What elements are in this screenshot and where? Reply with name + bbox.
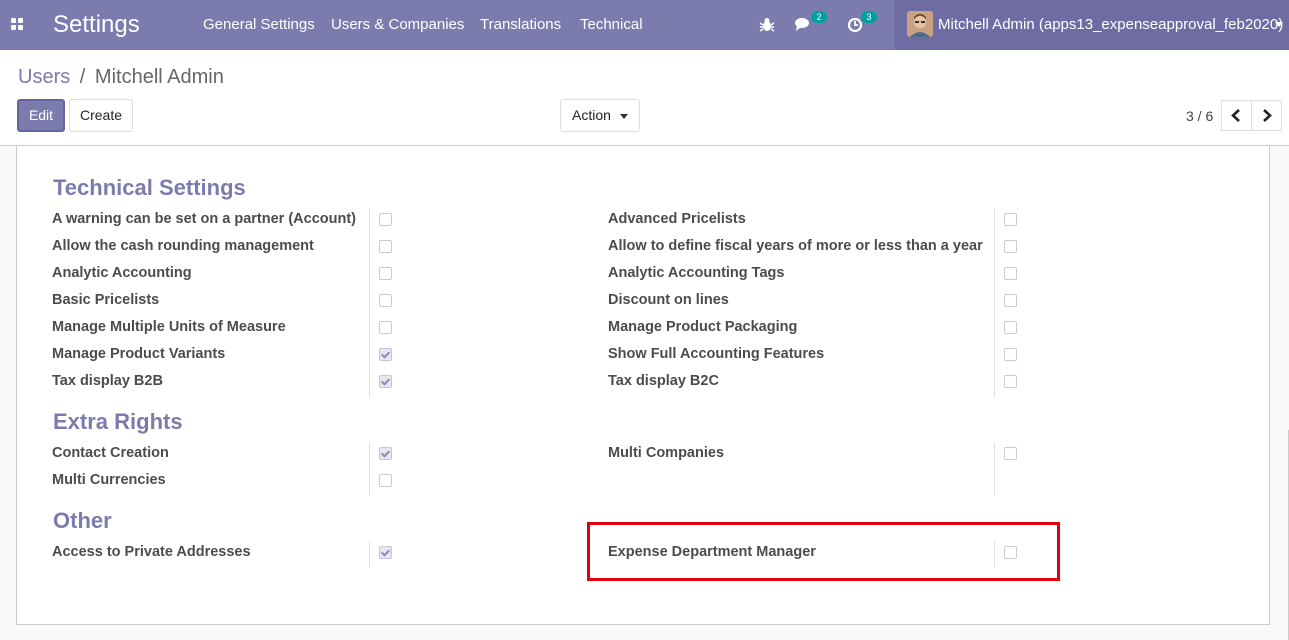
field-label: Multi Currencies [52,472,166,488]
checkbox[interactable] [1004,321,1017,334]
checkbox[interactable] [379,348,392,361]
checkbox[interactable] [379,546,392,559]
field-label: Manage Product Packaging [608,319,798,335]
checkbox[interactable] [1004,294,1017,307]
pager-next-button[interactable] [1251,100,1282,131]
edit-button[interactable]: Edit [17,99,65,132]
section-title-extra-rights: Extra Rights [53,409,183,434]
highlight-box [587,522,1060,581]
field-label: Access to Private Addresses [52,544,251,560]
app-title: Settings [53,11,140,38]
top-navbar: Settings General Settings Users & Compan… [0,0,1289,50]
menu-translations[interactable]: Translations [480,0,561,50]
checkbox[interactable] [379,294,392,307]
user-name: Mitchell Admin (apps13_expenseapproval_f… [938,16,1284,33]
column-divider [994,208,995,398]
activities-badge: 3 [861,11,877,23]
action-dropdown-button[interactable]: Action [560,99,640,132]
checkbox[interactable] [1004,240,1017,253]
field-label: Analytic Accounting Tags [608,265,785,281]
checkbox[interactable] [1004,447,1017,460]
field-label: Advanced Pricelists [608,211,746,227]
field-label: Analytic Accounting [52,265,192,281]
user-menu[interactable]: Mitchell Admin (apps13_expenseapproval_f… [895,0,1289,50]
checkbox[interactable] [1004,375,1017,388]
field-label: Contact Creation [52,445,169,461]
checkbox[interactable] [1004,348,1017,361]
section-title-other: Other [53,508,112,533]
pager-value: 3 / 6 [1186,108,1214,124]
avatar [907,11,933,37]
field-label: Tax display B2B [52,373,163,389]
menu-general-settings[interactable]: General Settings [203,0,315,50]
breadcrumb: Users / Mitchell Admin [18,65,224,89]
chat-bubbles-icon[interactable]: 2 [795,11,827,37]
field-label: Allow the cash rounding management [52,238,314,254]
field-label: Basic Pricelists [52,292,160,308]
field-label: A warning can be set on a partner (Accou… [52,211,357,227]
field-label: Tax display B2C [608,373,719,389]
checkbox[interactable] [379,267,392,280]
column-divider [994,442,995,496]
messages-badge: 2 [811,11,827,23]
field-label: Discount on lines [608,292,729,308]
section-title-technical-settings: Technical Settings [53,175,246,200]
breadcrumb-current: Mitchell Admin [94,66,224,88]
chevron-right-icon [1263,109,1272,122]
checkbox[interactable] [379,474,392,487]
clock-icon[interactable]: 3 [847,11,877,37]
field-label: Manage Product Variants [52,346,226,362]
action-label: Action [572,107,611,123]
menu-technical[interactable]: Technical [580,0,643,50]
field-label: Manage Multiple Units of Measure [52,319,286,335]
chevron-down-icon [1275,22,1283,27]
breadcrumb-separator: / [79,66,86,88]
checkbox[interactable] [379,375,392,388]
field-label: Show Full Accounting Features [608,346,825,362]
checkbox[interactable] [1004,267,1017,280]
control-panel: Users / Mitchell Admin Edit Create Actio… [0,50,1289,146]
caret-down-icon [619,113,628,119]
field-label: Allow to define fiscal years of more or … [608,238,983,254]
checkbox[interactable] [379,213,392,226]
checkbox[interactable] [379,240,392,253]
breadcrumb-users-link[interactable]: Users [18,66,70,88]
chevron-left-icon [1231,109,1240,122]
pager-previous-button[interactable] [1221,100,1252,131]
column-divider [369,442,370,496]
column-divider [369,208,370,398]
checkbox[interactable] [379,321,392,334]
apps-grid-icon[interactable] [11,18,25,32]
checkbox[interactable] [379,447,392,460]
column-divider [369,541,370,568]
checkbox[interactable] [1004,213,1017,226]
create-button[interactable]: Create [69,99,133,132]
bug-icon[interactable] [759,13,783,37]
menu-users-companies[interactable]: Users & Companies [331,0,464,50]
field-label: Multi Companies [608,445,725,461]
